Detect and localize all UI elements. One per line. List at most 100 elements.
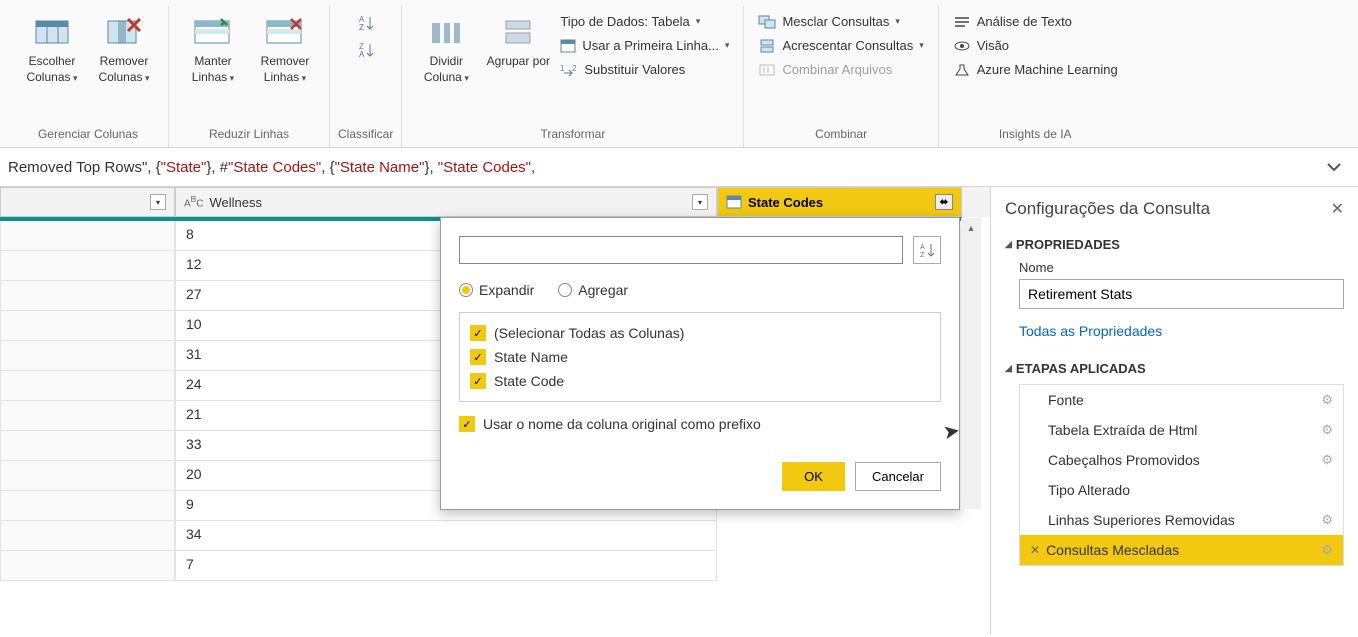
gear-icon[interactable]: ⚙ — [1321, 422, 1333, 438]
ribbon-group-transform: Dividir Coluna Agrupar por Tipo de Dados… — [402, 6, 744, 147]
append-label: Acrescentar Consultas — [782, 38, 913, 53]
close-pane-button[interactable]: ✕ — [1331, 199, 1344, 219]
cancel-button[interactable]: Cancelar — [855, 462, 941, 491]
table-columns-icon — [34, 17, 70, 47]
sort-asc-icon: AZ — [357, 14, 375, 32]
check-state-name[interactable]: ✓State Name — [468, 345, 932, 369]
radio-expand[interactable]: Expandir — [459, 282, 534, 298]
delete-step-icon[interactable]: ✕ — [1030, 543, 1040, 557]
filter-button[interactable]: ▾ — [692, 194, 708, 210]
ribbon-group-combine: Mesclar Consultas Acrescentar Consultas … — [744, 6, 938, 147]
data-type-label: Tipo de Dados: Tabela — [560, 14, 689, 29]
group-label-reduce: Reduzir Linhas — [209, 123, 289, 147]
merge-queries-button[interactable]: Mesclar Consultas — [752, 10, 929, 33]
check-select-all[interactable]: ✓(Selecionar Todas as Colunas) — [468, 321, 932, 345]
first-row-label: Usar a Primeira Linha... — [582, 38, 719, 53]
keep-rows-icon — [193, 17, 233, 47]
text-lines-icon — [953, 15, 971, 29]
popup-scrollbar[interactable]: ▴ — [961, 218, 981, 509]
sort-asc-button[interactable]: AZ — [351, 10, 381, 36]
formula-expand-button[interactable] — [1318, 161, 1350, 173]
radio-expand-label: Expandir — [479, 282, 534, 298]
azure-ml-label: Azure Machine Learning — [977, 62, 1118, 77]
azure-ml-button[interactable]: Azure Machine Learning — [947, 58, 1124, 81]
replace-values-button[interactable]: 12 Substituir Valores — [554, 58, 735, 81]
text-analytics-button[interactable]: Análise de Texto — [947, 10, 1124, 33]
column-header-wellness[interactable]: ABC Wellness ▾ — [175, 187, 717, 217]
split-column-button[interactable]: Dividir Coluna — [410, 6, 482, 89]
vision-button[interactable]: Visão — [947, 34, 1124, 57]
gear-icon[interactable]: ⚙ — [1321, 542, 1333, 558]
formula-text[interactable]: Removed Top Rows", {"State"}, #"State Co… — [8, 158, 1318, 176]
remove-rows-icon — [265, 17, 305, 47]
ok-button[interactable]: OK — [782, 462, 845, 491]
gear-icon[interactable]: ⚙ — [1321, 512, 1333, 528]
radio-aggregate[interactable]: Agregar — [558, 282, 628, 298]
svg-text:Z: Z — [359, 23, 364, 32]
ribbon-group-insights: Análise de Texto Visão Azure Machine Lea… — [939, 6, 1132, 147]
keep-rows-button[interactable]: Manter Linhas — [177, 6, 249, 89]
group-label-insights: Insights de IA — [999, 123, 1072, 147]
merge-icon — [758, 15, 776, 29]
column-header-state-codes[interactable]: State Codes ⬌ — [717, 187, 962, 217]
remove-columns-label: Remover Colunas — [90, 54, 158, 85]
applied-steps-list: Fonte⚙Tabela Extraída de Html⚙Cabeçalhos… — [1019, 384, 1344, 566]
remove-rows-button[interactable]: Remover Linhas — [249, 6, 321, 89]
first-row-header-button[interactable]: Usar a Primeira Linha... — [554, 34, 735, 57]
text-type-icon: ABC — [184, 194, 203, 209]
expand-column-list: ✓(Selecionar Todas as Colunas) ✓State Na… — [459, 312, 941, 402]
radio-aggregate-label: Agregar — [578, 282, 628, 298]
gear-icon[interactable]: ⚙ — [1321, 392, 1333, 408]
applied-steps-header[interactable]: ETAPAS APLICADAS — [1005, 361, 1344, 376]
data-type-button[interactable]: Tipo de Dados: Tabela — [554, 10, 735, 33]
applied-step[interactable]: Cabeçalhos Promovidos⚙ — [1020, 445, 1343, 475]
sort-az-icon: AZ — [919, 242, 935, 258]
applied-step[interactable]: Fonte⚙ — [1020, 385, 1343, 415]
prefix-label: Usar o nome da coluna original como pref… — [483, 416, 761, 432]
name-label: Nome — [1019, 260, 1344, 275]
gear-icon[interactable]: ⚙ — [1321, 452, 1333, 468]
expand-sort-button[interactable]: AZ — [913, 236, 941, 264]
replace-label: Substituir Valores — [584, 62, 685, 77]
sort-desc-button[interactable]: ZA — [351, 37, 381, 63]
group-by-button[interactable]: Agrupar por — [482, 6, 554, 74]
svg-text:A: A — [920, 244, 925, 251]
text-analytics-label: Análise de Texto — [977, 14, 1072, 29]
ribbon-group-sort: AZ ZA Classificar — [330, 6, 402, 147]
table-row[interactable]: 34 — [0, 521, 990, 551]
query-name-input[interactable] — [1019, 279, 1344, 309]
applied-step[interactable]: Tabela Extraída de Html⚙ — [1020, 415, 1343, 445]
append-queries-button[interactable]: Acrescentar Consultas — [752, 34, 929, 57]
properties-section-header[interactable]: PROPRIEDADES — [1005, 237, 1344, 252]
data-grid: ▾ ABC Wellness ▾ State Codes ⬌ 812271031… — [0, 187, 990, 634]
check-use-prefix[interactable]: ✓ — [459, 416, 475, 432]
remove-columns-button[interactable]: Remover Colunas — [88, 6, 160, 89]
applied-step[interactable]: Linhas Superiores Removidas⚙ — [1020, 505, 1343, 535]
expand-column-button[interactable]: ⬌ — [935, 194, 953, 210]
remove-columns-icon — [106, 17, 142, 47]
vision-label: Visão — [977, 38, 1009, 53]
choose-columns-button[interactable]: Escolher Colunas — [16, 6, 88, 89]
group-by-label: Agrupar por — [487, 54, 550, 70]
replace-icon: 12 — [560, 63, 578, 77]
svg-text:Z: Z — [920, 252, 925, 258]
expand-search-input[interactable] — [459, 236, 903, 264]
applied-step[interactable]: ✕Consultas Mescladas⚙ — [1020, 535, 1343, 565]
choose-columns-label: Escolher Colunas — [18, 54, 86, 85]
sort-desc-icon: ZA — [357, 41, 375, 59]
table-row[interactable]: 7 — [0, 551, 990, 581]
svg-text:2: 2 — [572, 64, 577, 73]
group-label-manage: Gerenciar Colunas — [38, 123, 138, 147]
formula-bar: Removed Top Rows", {"State"}, #"State Co… — [0, 148, 1358, 187]
column-header-wellness-label: Wellness — [209, 195, 262, 210]
check-state-code[interactable]: ✓State Code — [468, 369, 932, 393]
filter-button[interactable]: ▾ — [150, 194, 166, 210]
eye-icon — [953, 39, 971, 53]
all-properties-link[interactable]: Todas as Propriedades — [1019, 323, 1344, 339]
combine-files-label: Combinar Arquivos — [782, 62, 892, 77]
scroll-up-icon[interactable]: ▴ — [961, 218, 981, 238]
column-header-index[interactable]: ▾ — [0, 187, 175, 217]
ribbon-group-reduce-rows: Manter Linhas Remover Linhas Reduzir Lin… — [169, 6, 330, 147]
group-by-icon — [500, 17, 536, 47]
applied-step[interactable]: Tipo Alterado — [1020, 475, 1343, 505]
